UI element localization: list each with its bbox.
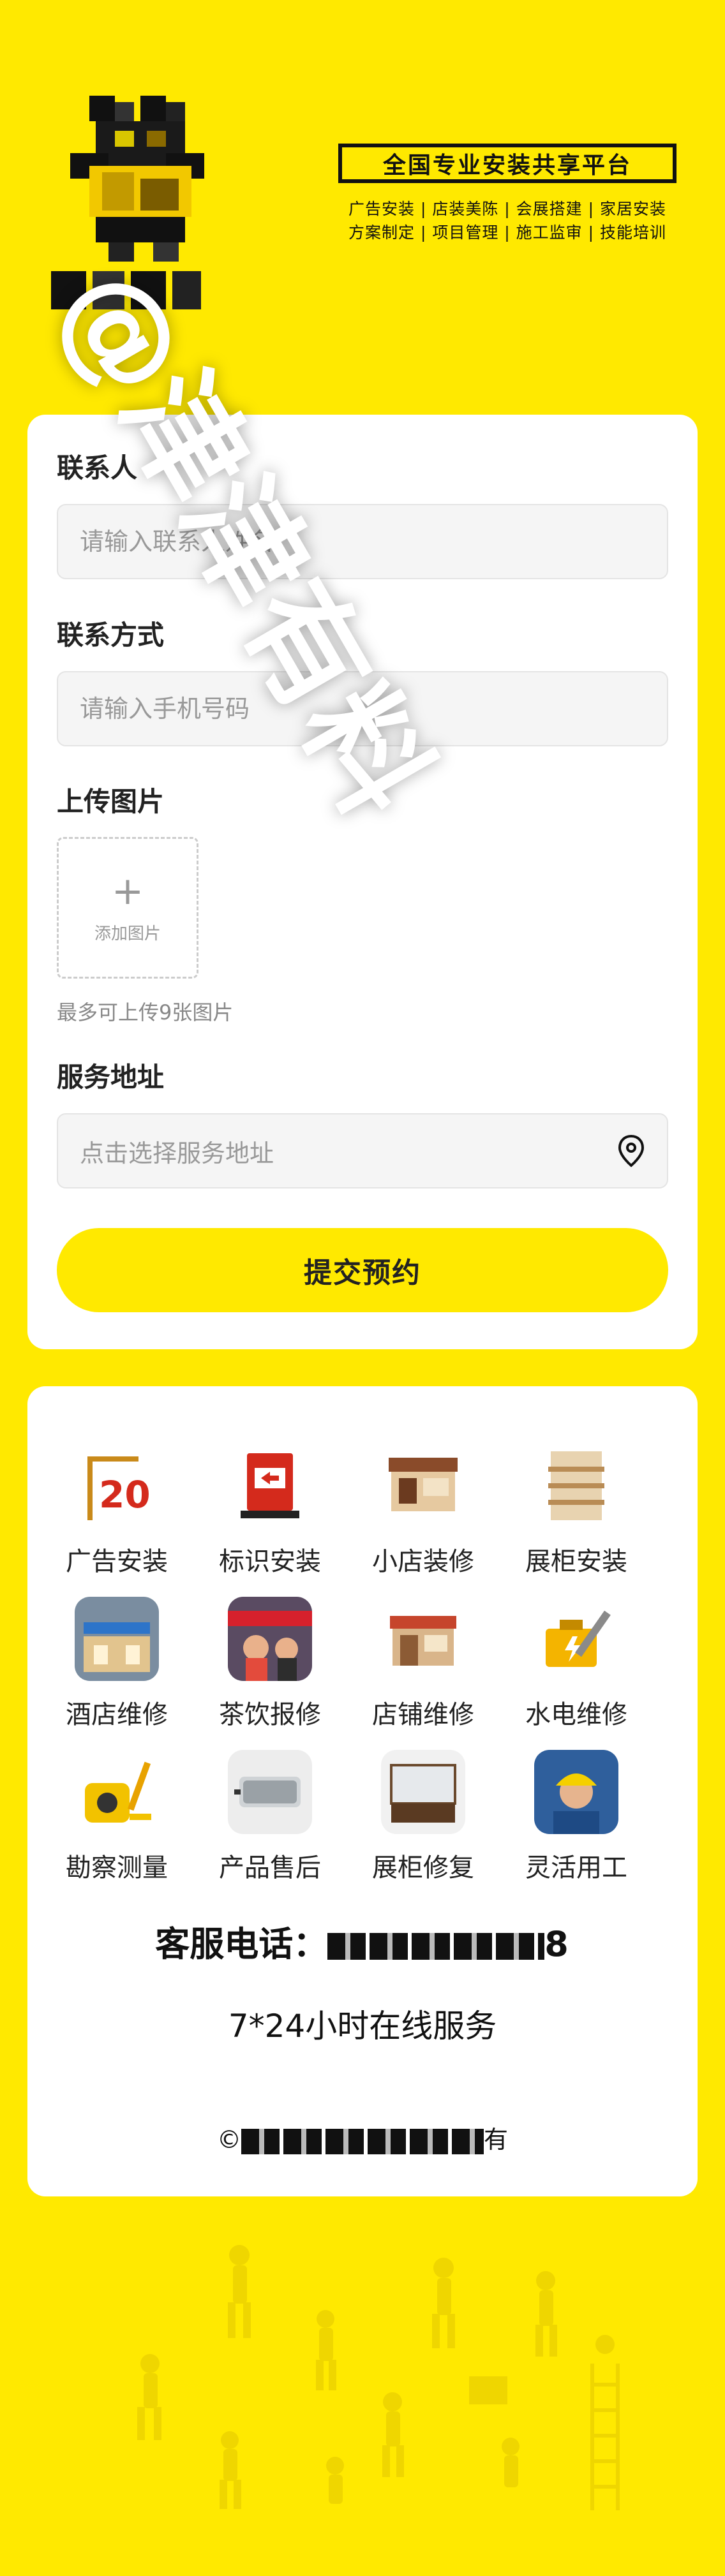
phone-label: 联系方式	[57, 619, 165, 651]
service-label: 勘察测量	[66, 1853, 168, 1883]
service-item[interactable]: 标识安装	[206, 1444, 334, 1578]
service-label: 店铺维修	[372, 1700, 474, 1729]
brand-logo	[51, 96, 217, 313]
service-label: 广告安装	[66, 1547, 168, 1576]
worker-icon	[534, 1750, 618, 1834]
customer-hotline[interactable]: 客服电话： 8	[27, 1916, 698, 1966]
masked-phone-number	[327, 1933, 545, 1960]
service-item[interactable]: 酒店维修	[53, 1597, 181, 1731]
add-image-button[interactable]: + 添加图片	[57, 837, 198, 979]
shop-decor-icon	[381, 1444, 465, 1528]
services-card: 20 广告安装 标识安装 小店装修 展柜安装 酒店维修 茶饮报修 店铺维修 水电…	[27, 1386, 698, 2196]
store-repair-icon	[381, 1597, 465, 1681]
cabinet-restore-icon	[381, 1750, 465, 1834]
svg-text:20: 20	[99, 1473, 151, 1516]
service-label: 标识安装	[219, 1547, 321, 1576]
upload-label: 上传图片	[57, 786, 165, 817]
copyright-suffix: 有	[483, 2126, 508, 2154]
service-hours: 7*24小时在线服务	[228, 2008, 497, 2045]
service-label: 产品售后	[219, 1853, 321, 1883]
location-pin-icon	[618, 1134, 645, 1167]
hotline-number-tail: 8	[544, 1924, 570, 1964]
copyright-symbol: ©	[216, 2126, 241, 2154]
plumbing-electric-icon	[534, 1597, 618, 1681]
service-item[interactable]: 勘察测量	[53, 1750, 181, 1884]
plus-icon: +	[111, 868, 144, 914]
service-label: 灵活用工	[525, 1853, 627, 1883]
services-summary-line-2: 方案制定 | 项目管理 | 施工监审 | 技能培训	[348, 223, 666, 242]
service-item[interactable]: 产品售后	[206, 1750, 334, 1884]
service-label: 展柜安装	[525, 1547, 627, 1576]
service-label: 酒店维修	[66, 1700, 168, 1729]
shelf-install-icon	[534, 1444, 618, 1528]
contact-name-input[interactable]	[57, 504, 668, 579]
phone-input[interactable]	[57, 671, 668, 746]
address-placeholder: 点击选择服务地址	[80, 1139, 274, 1167]
copyright-line: © 有	[27, 2120, 698, 2155]
ad-install-icon: 20	[75, 1444, 159, 1528]
contact-label: 联系人	[57, 452, 138, 484]
service-label: 展柜修复	[372, 1853, 474, 1883]
service-item[interactable]: 展柜安装	[512, 1444, 640, 1578]
service-item[interactable]: 20 广告安装	[53, 1444, 181, 1578]
hotel-repair-icon	[75, 1597, 159, 1681]
service-item[interactable]: 店铺维修	[359, 1597, 487, 1731]
tea-shop-repair-icon	[228, 1597, 312, 1681]
services-summary-line-1: 广告安装 | 店装美陈 | 会展搭建 | 家居安装	[348, 200, 666, 218]
booking-form-card: 联系人 联系方式 上传图片 + 添加图片 最多可上传9张图片 服务地址 点击选择…	[27, 415, 698, 1349]
service-item[interactable]: 小店装修	[359, 1444, 487, 1578]
service-item[interactable]: 灵活用工	[512, 1750, 640, 1884]
service-label: 水电维修	[525, 1700, 627, 1729]
service-item[interactable]: 展柜修复	[359, 1750, 487, 1884]
after-sales-icon	[228, 1750, 312, 1834]
service-item[interactable]: 水电维修	[512, 1597, 640, 1731]
bee-mascot-icon	[70, 96, 204, 262]
platform-title: 全国专业安装共享平台	[338, 144, 676, 183]
service-item[interactable]: 茶饮报修	[206, 1597, 334, 1731]
workers-silhouette-illustration	[137, 2245, 620, 2510]
tape-measure-icon	[75, 1750, 159, 1834]
service-label: 茶饮报修	[219, 1700, 321, 1729]
submit-booking-button[interactable]: 提交预约	[57, 1228, 668, 1312]
masked-company-name	[241, 2128, 484, 2154]
add-image-text: 添加图片	[94, 924, 161, 944]
service-label: 小店装修	[372, 1547, 474, 1576]
address-label: 服务地址	[57, 1062, 165, 1093]
hotline-label: 客服电话：	[155, 1924, 328, 1964]
upload-hint: 最多可上传9张图片	[57, 1000, 234, 1025]
sign-install-icon	[228, 1444, 312, 1528]
address-selector[interactable]: 点击选择服务地址	[57, 1113, 668, 1188]
